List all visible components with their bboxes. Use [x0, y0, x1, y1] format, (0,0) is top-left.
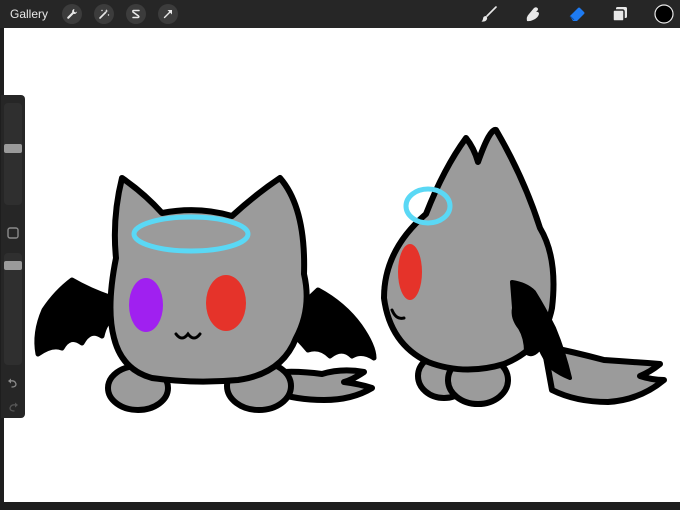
- opacity-thumb[interactable]: [4, 261, 22, 270]
- brush-size-slider[interactable]: [4, 103, 22, 205]
- layers-button[interactable]: [609, 0, 631, 28]
- right-bat-creature: [381, 126, 667, 407]
- redo-icon: [9, 402, 18, 412]
- magic-wand-icon: [99, 9, 110, 19]
- left-body: [107, 175, 310, 385]
- left-wing: [34, 277, 119, 357]
- modify-button[interactable]: [1, 223, 25, 243]
- undo-button[interactable]: [1, 373, 25, 393]
- procreate-app: Gallery: [0, 0, 680, 510]
- selection-s-icon: [132, 9, 140, 19]
- selection-button[interactable]: [126, 4, 147, 24]
- smudge-tool-button[interactable]: [522, 0, 544, 28]
- transform-arrow-icon: [163, 10, 173, 19]
- side-toolbar: [1, 95, 25, 418]
- transform-button[interactable]: [158, 4, 179, 24]
- gallery-button[interactable]: Gallery: [10, 7, 48, 21]
- adjustments-button[interactable]: [94, 4, 115, 24]
- square-icon: [7, 227, 19, 239]
- undo-icon: [8, 378, 17, 388]
- drawing-canvas[interactable]: [4, 28, 680, 502]
- left-cheek-purple: [129, 278, 163, 332]
- artwork: [34, 126, 667, 413]
- actions-button[interactable]: [62, 4, 83, 24]
- color-swatch-icon: [654, 4, 674, 24]
- brush-tool-button[interactable]: [478, 0, 500, 28]
- eraser-tool-button[interactable]: [566, 0, 588, 28]
- brush-size-thumb[interactable]: [4, 144, 22, 153]
- redo-button[interactable]: [1, 397, 25, 417]
- left-cheek-red: [206, 275, 246, 331]
- left-bat-creature: [34, 175, 377, 413]
- top-toolbar: Gallery: [0, 0, 680, 28]
- brush-icon: [481, 6, 497, 22]
- wrench-icon: [67, 9, 78, 19]
- eraser-icon: [569, 7, 585, 21]
- layers-icon: [612, 7, 627, 22]
- right-cheek-red: [398, 244, 422, 300]
- color-picker-button[interactable]: [653, 0, 675, 28]
- smudge-finger-icon: [526, 7, 539, 22]
